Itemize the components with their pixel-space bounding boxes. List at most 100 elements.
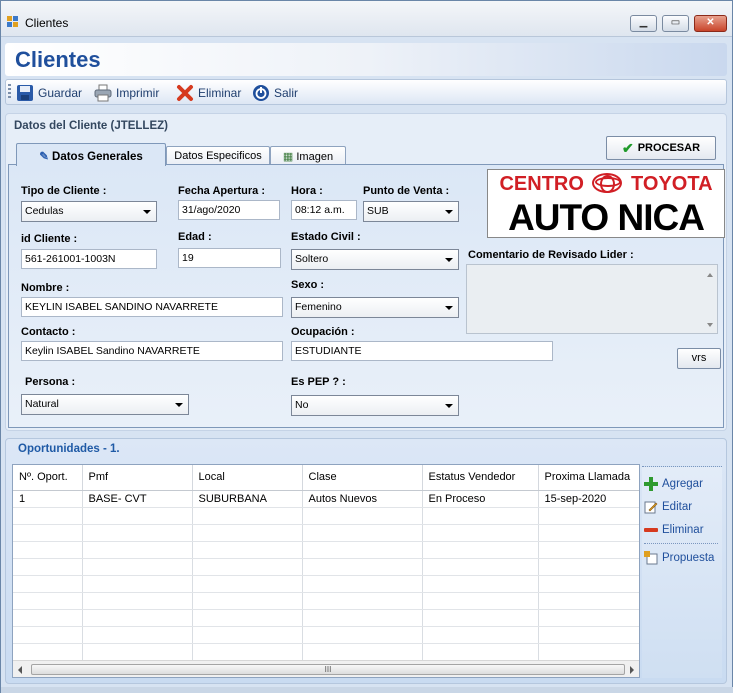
tab-imagen[interactable]: ▦ Imagen: [270, 146, 346, 165]
minimize-button[interactable]: ▁: [630, 15, 657, 32]
printer-icon: [94, 84, 112, 102]
nombre-field[interactable]: KEYLIN ISABEL SANDINO NAVARRETE: [21, 297, 283, 317]
exit-button[interactable]: Salir: [252, 83, 298, 103]
tab-label: Imagen: [296, 151, 334, 163]
add-label: Agregar: [662, 478, 703, 490]
estado-civil-select[interactable]: Soltero: [291, 249, 459, 270]
column-header[interactable]: Nº. Oport.: [13, 465, 83, 491]
print-button[interactable]: Imprimir: [94, 83, 159, 103]
label-ocupacion: Ocupación :: [291, 326, 355, 338]
delete-opportunity-button[interactable]: Eliminar: [644, 523, 704, 537]
column-header[interactable]: Clase: [302, 465, 423, 491]
horizontal-scrollbar[interactable]: III: [13, 660, 639, 677]
scroll-thumb[interactable]: III: [31, 664, 625, 675]
table-cell: Autos Nuevos: [302, 490, 423, 508]
tab-datos-especificos[interactable]: Datos Especificos: [166, 146, 270, 165]
add-opportunity-button[interactable]: Agregar: [644, 477, 703, 491]
label-sexo: Sexo :: [291, 279, 325, 291]
persona-select[interactable]: Natural: [21, 394, 189, 415]
opportunities-title: Oportunidades - 1.: [18, 443, 120, 455]
column-header[interactable]: Estatus Vendedor: [422, 465, 539, 491]
centro-toyota-auto-nica-logo: CENTRO TOYOTA AUTO NICA: [487, 169, 725, 238]
comentario-textarea[interactable]: [466, 264, 718, 334]
hora-field[interactable]: 08:12 a.m.: [291, 200, 357, 220]
sexo-select[interactable]: Femenino: [291, 297, 459, 318]
table-cell: BASE- CVT: [82, 490, 193, 508]
label-nombre: Nombre :: [21, 282, 70, 294]
tab-content: Tipo de Cliente : Cedulas Fecha Apertura…: [8, 164, 725, 428]
vrs-button[interactable]: vrs: [677, 348, 721, 369]
table-cell: 15-sep-2020: [538, 490, 639, 508]
close-button[interactable]: ✕: [694, 15, 727, 32]
fecha-apertura-field[interactable]: 31/ago/2020: [178, 200, 280, 220]
delete-opp-label: Eliminar: [662, 524, 704, 536]
chevron-down-icon: [445, 306, 453, 310]
save-button[interactable]: Guardar: [16, 83, 82, 103]
label-edad: Edad :: [178, 231, 212, 243]
opportunity-actions: Agregar Editar Eliminar Propuesta: [642, 466, 722, 678]
label-punto-venta: Punto de Venta :: [363, 185, 450, 197]
column-header[interactable]: Pmf: [82, 465, 193, 491]
checkmark-icon: ✔: [621, 139, 634, 156]
empty-row: [13, 609, 639, 627]
logo-top-line: CENTRO TOYOTA: [488, 173, 724, 196]
chevron-down-icon: [143, 210, 151, 214]
ocupacion-field[interactable]: ESTUDIANTE: [291, 341, 553, 361]
page-title: Clientes: [15, 47, 101, 72]
punto-venta-select[interactable]: SUB: [363, 201, 459, 222]
tab-datos-generales[interactable]: ✎ Datos Generales: [16, 143, 166, 166]
table-cell: 1: [13, 490, 83, 508]
delete-button[interactable]: Eliminar: [176, 83, 241, 103]
id-cliente-field[interactable]: 561-261001-1003N: [21, 249, 157, 269]
proposal-button[interactable]: Propuesta: [644, 551, 714, 565]
scroll-right-icon[interactable]: [630, 666, 634, 674]
window-title: Clientes: [25, 16, 69, 30]
select-value: Cedulas: [25, 205, 64, 217]
empty-row: [13, 524, 639, 542]
tab-label: Datos Generales: [52, 151, 143, 163]
column-header[interactable]: Proxima Llamada: [538, 465, 639, 491]
toolbar-grip[interactable]: [8, 84, 11, 100]
proposal-icon: [644, 551, 658, 565]
scroll-left-icon[interactable]: [18, 666, 22, 674]
red-x-icon: [176, 84, 194, 102]
plus-icon: [644, 477, 658, 491]
column-header[interactable]: Local: [192, 465, 303, 491]
maximize-button[interactable]: ▭: [662, 15, 689, 32]
table-cell: SUBURBANA: [192, 490, 303, 508]
status-strip: [1, 687, 733, 693]
actions-divider: [644, 543, 718, 544]
title-bar: Clientes ▁ ▭ ✕: [1, 1, 732, 37]
select-value: SUB: [367, 205, 389, 217]
edad-field[interactable]: 19: [178, 248, 281, 268]
empty-row: [13, 643, 639, 661]
scroll-up-icon[interactable]: [707, 273, 713, 277]
label-fecha-apertura: Fecha Apertura :: [178, 185, 266, 197]
es-pep-select[interactable]: No: [291, 395, 459, 416]
opportunities-grid[interactable]: Nº. Oport. Pmf Local Clase Estatus Vende…: [12, 464, 640, 678]
label-hora: Hora :: [291, 185, 323, 197]
panel-title: Datos del Cliente (JTELLEZ): [14, 120, 168, 132]
label-es-pep: Es PEP ? :: [291, 376, 346, 388]
edit-opportunity-button[interactable]: Editar: [644, 500, 692, 514]
proposal-label: Propuesta: [662, 552, 715, 564]
empty-row: [13, 541, 639, 559]
logo-auto-nica: AUTO NICA: [508, 197, 705, 238]
user-edit-icon: ✎: [39, 151, 49, 163]
minus-icon: [644, 523, 658, 537]
scroll-down-icon[interactable]: [707, 323, 713, 327]
tipo-cliente-select[interactable]: Cedulas: [21, 201, 157, 222]
process-button[interactable]: ✔ PROCESAR: [606, 136, 716, 160]
contacto-field[interactable]: Keylin ISABEL Sandino NAVARRETE: [21, 341, 283, 361]
empty-row: [13, 507, 639, 525]
client-window: Clientes ▁ ▭ ✕ Clientes Guardar Imprimir…: [0, 0, 733, 693]
app-icon: [7, 16, 19, 28]
empty-row: [13, 575, 639, 593]
label-id-cliente: id Cliente :: [21, 233, 78, 245]
label-persona: Persona :: [25, 376, 76, 388]
chevron-down-icon: [175, 403, 183, 407]
label-contacto: Contacto :: [21, 326, 76, 338]
table-cell: En Proceso: [422, 490, 539, 508]
table-row[interactable]: 1 BASE- CVT SUBURBANA Autos Nuevos En Pr…: [13, 490, 639, 508]
save-icon: [16, 84, 34, 102]
